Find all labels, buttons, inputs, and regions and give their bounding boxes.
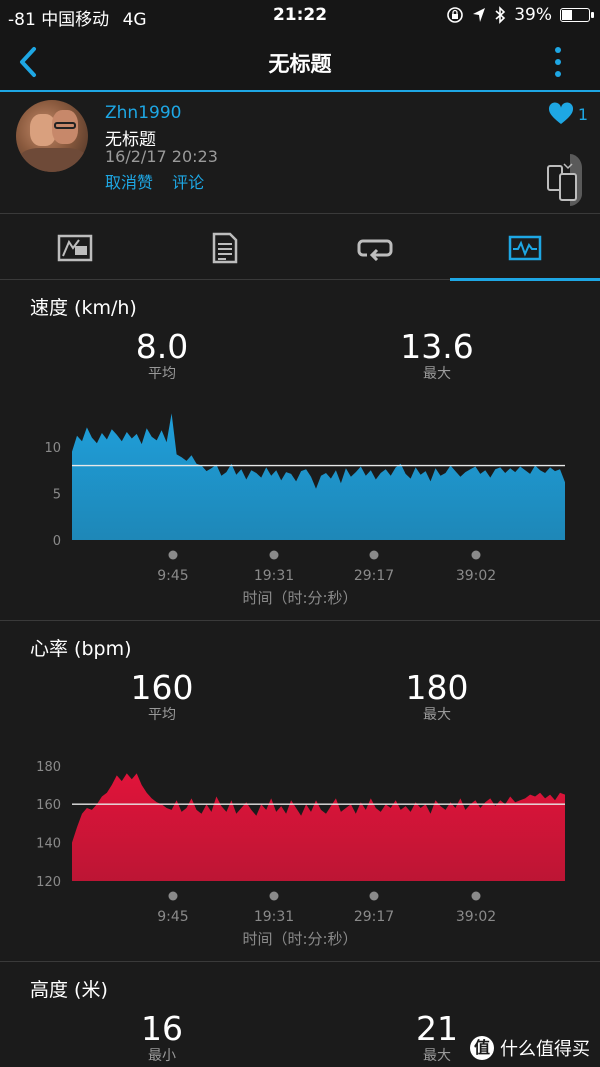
username-link[interactable]: Zhn1990 [105, 103, 181, 123]
hr-xtick-label: 39:02 [456, 909, 496, 922]
speed-ytick-label: 5 [53, 487, 61, 502]
hr-ytick-label: 120 [36, 875, 61, 890]
hr-avg-value: 160 [130, 668, 194, 707]
laps-loop-icon [357, 239, 393, 261]
like-counter[interactable]: 1 [548, 102, 588, 126]
status-bar: -81 中国移动 4G 21:22 39% [0, 0, 600, 32]
hr-avg-stat: 160 平均 [62, 670, 262, 724]
elevation-min-stat: 16 最小 [62, 1011, 262, 1065]
hr-avg-label: 平均 [148, 707, 176, 723]
comment-button[interactable]: 评论 [172, 173, 204, 192]
speed-xtick-dot [369, 550, 379, 560]
speed-xtick-dot [471, 550, 481, 560]
hr-ytick-label: 180 [36, 760, 61, 775]
speed-xtick-label: 19:31 [254, 568, 294, 581]
activity-datetime: 16/2/17 20:23 [105, 147, 218, 166]
speed-max-stat: 13.6 最大 [337, 329, 537, 383]
nav-bar: 无标题 [0, 32, 600, 92]
battery-icon [560, 8, 594, 22]
speed-area [72, 413, 565, 540]
hr-max-label: 最大 [423, 707, 451, 723]
hr-ytick-label: 140 [36, 837, 61, 852]
page-title: 无标题 [268, 52, 332, 76]
activity-header: Zhn1990 无标题 16/2/17 20:23 取消赞 评论 1 [0, 94, 600, 214]
elevation-title: 高度 (米) [30, 979, 108, 1001]
battery-percent: 39% [514, 5, 552, 25]
elevation-min-value: 16 [141, 1009, 183, 1048]
hr-xtick-dot [168, 891, 178, 901]
bluetooth-icon [495, 6, 506, 24]
hr-xtick-label: 9:45 [157, 909, 188, 922]
speed-xtick-label: 39:02 [456, 568, 496, 581]
hr-xtick-label: 29:17 [354, 909, 394, 922]
speed-ytick-label: 0 [53, 534, 61, 549]
hr-xtick-dot [269, 891, 279, 901]
hr-xtick-label: 19:31 [254, 909, 294, 922]
speed-xlabel: 时间（时:分:秒） [242, 589, 358, 607]
heart-icon [548, 102, 573, 124]
chart-pulse-icon [508, 235, 542, 261]
vertical-dots-icon[interactable] [554, 46, 562, 78]
speed-chart: 0 5 10 9:45 19:31 29:17 39:02 [44, 413, 565, 581]
rotation-lock-icon [447, 7, 464, 23]
tab-overview[interactable] [0, 216, 150, 280]
hr-xtick-dot [369, 891, 379, 901]
map-overview-icon [57, 234, 93, 262]
hr-max-value: 180 [405, 668, 469, 707]
avatar[interactable] [16, 100, 88, 172]
speed-avg-value: 8.0 [135, 327, 189, 366]
elevation-min-label: 最小 [148, 1048, 176, 1064]
device-sync-icon[interactable] [546, 154, 592, 206]
speed-xtick-label: 29:17 [354, 568, 394, 581]
speed-avg-stat: 8.0 平均 [62, 329, 262, 383]
heart-rate-title: 心率 (bpm) [30, 638, 132, 660]
speed-xtick-dot [269, 550, 279, 560]
speed-section: 速度 (km/h) 8.0 平均 13.6 最大 0 5 10 9:45 19:31 29… [0, 281, 600, 621]
tab-bar [0, 216, 600, 281]
watermark: 值 什么值得买 [470, 1035, 590, 1061]
like-count: 1 [577, 104, 588, 124]
hr-area [72, 773, 565, 881]
activity-actions: 取消赞 评论 [105, 169, 218, 193]
speed-max-value: 13.6 [400, 327, 474, 366]
speed-max-label: 最大 [423, 366, 451, 382]
heart-rate-section: 心率 (bpm) 160 平均 180 最大 120 140 160 180 9:45 1… [0, 622, 600, 962]
hr-xlabel: 时间（时:分:秒） [242, 930, 358, 948]
speed-avg-label: 平均 [148, 366, 176, 382]
details-list-icon [212, 232, 238, 264]
watermark-logo: 值 [470, 1036, 494, 1060]
hr-ytick-label: 160 [36, 798, 61, 813]
tab-charts[interactable] [450, 216, 600, 281]
location-arrow-icon [473, 8, 486, 22]
hr-max-stat: 180 最大 [337, 670, 537, 724]
hr-xtick-dot [471, 891, 481, 901]
heart-rate-chart: 120 140 160 180 9:45 19:31 29:17 39:02 [36, 760, 565, 922]
unlike-button[interactable]: 取消赞 [105, 173, 153, 192]
speed-title: 速度 (km/h) [30, 297, 137, 319]
battery-fill [562, 10, 573, 20]
speed-xtick-label: 9:45 [157, 568, 188, 581]
tab-details[interactable] [150, 216, 300, 280]
status-right: 39% [446, 5, 594, 25]
tab-laps[interactable] [300, 216, 450, 280]
speed-xtick-dot [168, 550, 178, 560]
watermark-text: 什么值得买 [500, 1039, 590, 1060]
speed-ytick-label: 10 [44, 441, 61, 456]
